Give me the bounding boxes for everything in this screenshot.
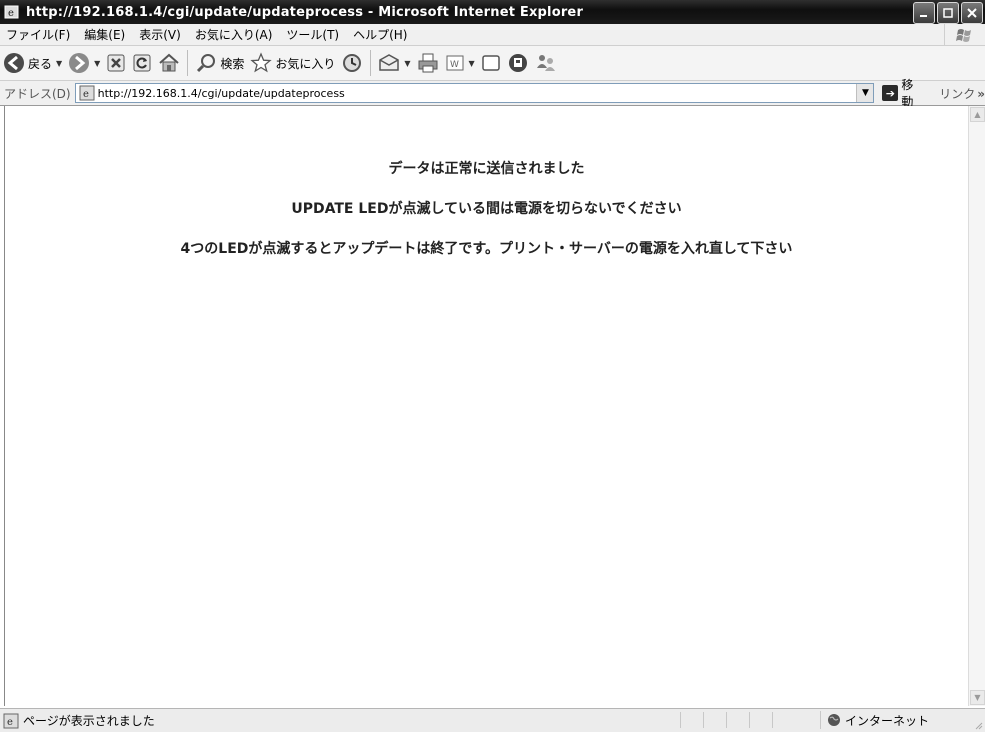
svg-text:e: e xyxy=(8,8,14,19)
back-arrow-icon xyxy=(4,53,24,73)
favorites-label: お気に入り xyxy=(275,56,336,71)
mail-icon xyxy=(379,54,400,71)
status-panel xyxy=(726,712,749,728)
status-panels xyxy=(680,712,795,728)
search-icon xyxy=(197,54,216,73)
scroll-up-icon[interactable]: ▲ xyxy=(970,107,985,122)
edit-dropdown-icon[interactable]: ▼ xyxy=(469,59,475,68)
standard-toolbar: 戻る ▼ ▼ 検索 お気に入り ▼ W ▼ xyxy=(0,46,985,81)
security-zone[interactable]: インターネット xyxy=(820,711,929,729)
windows-flag-icon xyxy=(944,24,985,45)
message-instruction: 4つのLEDが点滅するとアップデートは終了です。プリント・サーバーの電源を入れ直… xyxy=(180,241,793,257)
status-text: ページが表示されました xyxy=(23,714,155,728)
printer-icon xyxy=(418,53,438,73)
search-label: 検索 xyxy=(220,56,245,71)
menu-edit[interactable]: 編集(E) xyxy=(77,26,132,43)
search-button[interactable]: 検索 xyxy=(192,48,247,78)
history-icon xyxy=(343,54,362,72)
back-button[interactable]: 戻る ▼ xyxy=(0,48,65,78)
research-icon xyxy=(508,54,527,72)
address-dropdown-icon[interactable]: ▼ xyxy=(856,84,874,102)
stop-button[interactable] xyxy=(103,48,129,78)
title-bar: e http://192.168.1.4/cgi/update/updatepr… xyxy=(0,0,985,24)
forward-dropdown-icon[interactable]: ▼ xyxy=(94,59,100,68)
go-arrow-icon: ➔ xyxy=(882,85,899,101)
history-button[interactable] xyxy=(338,48,366,78)
star-icon xyxy=(250,52,273,73)
go-label: 移動 xyxy=(901,78,914,109)
globe-icon xyxy=(828,714,840,726)
status-panel xyxy=(749,712,772,728)
messenger-icon xyxy=(536,55,555,71)
edit-button[interactable]: W ▼ xyxy=(442,48,478,78)
address-label: アドレス(D) xyxy=(4,86,71,101)
favorites-button[interactable]: お気に入り xyxy=(247,48,338,78)
message-warning: UPDATE LEDが点滅している間は電源を切らないでください xyxy=(291,201,682,217)
forward-arrow-icon xyxy=(69,53,90,73)
links-label: リンク xyxy=(939,86,976,101)
close-button[interactable] xyxy=(961,2,983,24)
toolbar-separator xyxy=(187,50,189,76)
menu-view[interactable]: 表示(V) xyxy=(132,26,188,43)
maximize-button[interactable] xyxy=(937,2,959,24)
resize-grip-icon[interactable] xyxy=(973,720,983,730)
mail-dropdown-icon[interactable]: ▼ xyxy=(404,59,410,68)
stop-icon xyxy=(107,54,125,72)
menu-favorites[interactable]: お気に入り(A) xyxy=(188,26,280,43)
mail-button[interactable]: ▼ xyxy=(375,48,413,78)
messenger-button[interactable] xyxy=(532,48,560,78)
home-button[interactable] xyxy=(155,48,183,78)
message-success: データは正常に送信されました xyxy=(388,161,585,177)
links-button[interactable]: リンク» xyxy=(939,85,985,102)
address-bar: アドレス(D) e http://192.168.1.4/cgi/update/… xyxy=(0,78,985,109)
minimize-button[interactable] xyxy=(913,2,935,24)
menu-bar: ファイル(F) 編集(E) 表示(V) お気に入り(A) ツール(T) ヘルプ(… xyxy=(0,24,985,46)
chevron-right-icon: » xyxy=(977,86,985,101)
scroll-down-icon[interactable]: ▼ xyxy=(970,690,985,705)
svg-text:e: e xyxy=(7,717,13,728)
back-label: 戻る xyxy=(28,56,53,71)
zone-label: インターネット xyxy=(845,713,930,728)
word-edit-icon: W xyxy=(446,55,464,71)
status-panel xyxy=(680,712,703,728)
go-button[interactable]: ➔ 移動 xyxy=(882,76,925,110)
page-ie-icon: e xyxy=(79,85,95,101)
discuss-icon xyxy=(481,55,500,71)
refresh-button[interactable] xyxy=(129,48,155,78)
svg-text:W: W xyxy=(450,60,459,70)
forward-button[interactable]: ▼ xyxy=(65,48,103,78)
home-icon xyxy=(159,53,179,72)
address-input[interactable]: e http://192.168.1.4/cgi/update/updatepr… xyxy=(74,83,875,103)
toolbar-separator xyxy=(370,50,372,76)
window-title: http://192.168.1.4/cgi/update/updateproc… xyxy=(26,4,584,20)
vertical-scrollbar[interactable]: ▲ ▼ xyxy=(968,106,985,706)
refresh-icon xyxy=(133,54,151,72)
window-controls xyxy=(913,2,983,24)
internet-explorer-icon: e xyxy=(4,4,20,20)
page-done-icon: e xyxy=(3,713,19,728)
research-button[interactable] xyxy=(504,48,532,78)
svg-text:e: e xyxy=(83,89,89,100)
menu-tools[interactable]: ツール(T) xyxy=(279,26,346,43)
status-panel xyxy=(703,712,726,728)
print-button[interactable] xyxy=(414,48,442,78)
back-dropdown-icon[interactable]: ▼ xyxy=(56,59,62,68)
status-panel xyxy=(772,712,795,728)
status-bar: e ページが表示されました インターネット xyxy=(0,708,985,732)
page-viewport: データは正常に送信されました UPDATE LEDが点滅している間は電源を切らな… xyxy=(4,106,968,706)
discuss-button[interactable] xyxy=(478,48,504,78)
address-url: http://192.168.1.4/cgi/update/updateproc… xyxy=(97,86,345,100)
menu-help[interactable]: ヘルプ(H) xyxy=(346,26,414,43)
menu-file[interactable]: ファイル(F) xyxy=(0,26,77,43)
